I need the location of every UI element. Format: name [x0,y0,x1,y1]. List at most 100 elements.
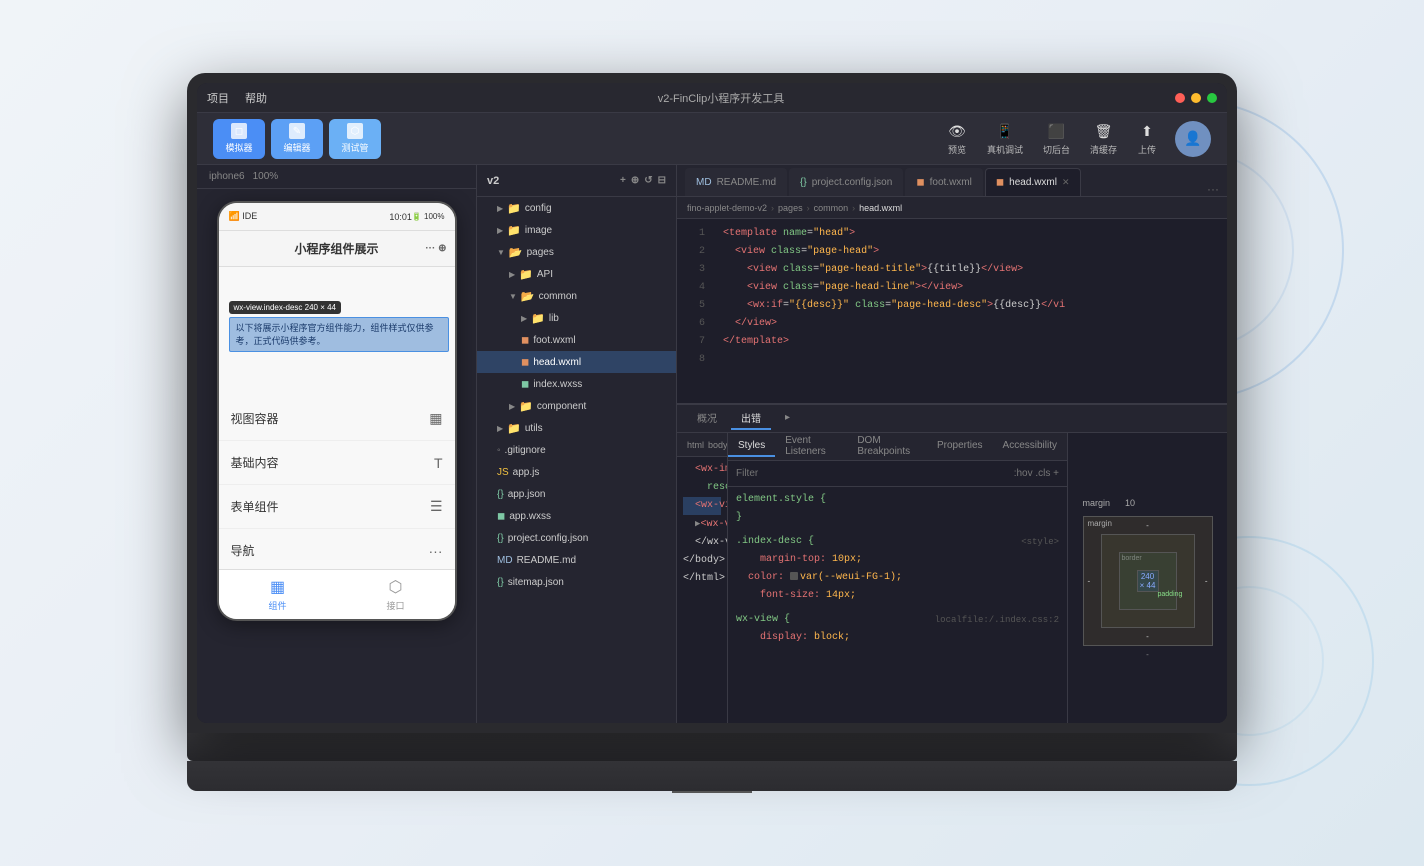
menu-help[interactable]: 帮助 [245,90,267,106]
menu-item-basic[interactable]: 基础内容 T [219,441,455,485]
filetree-collapse-icon[interactable]: ⊟ [658,175,666,186]
elem-line-1: <wx-image class="index-logo" src="../res… [683,461,721,479]
tree-folder-api[interactable]: ▶ 📁 API [477,263,676,285]
elem-line-6: </body> [683,552,721,570]
breadcrumb-part-1: fino-applet-demo-v2 [687,203,767,213]
styles-tab-styles[interactable]: Styles [728,436,775,457]
code-editor-area[interactable]: 12345678 <template name="head"> <view cl… [677,219,1227,403]
tab-foot-wxml[interactable]: ◼ foot.wxml [905,168,983,196]
devtools-tab-error[interactable]: 出错 [731,407,771,430]
file-icon: ◼ [521,335,529,346]
tree-folder-config[interactable]: ▶ 📁 config [477,197,676,219]
tree-file-project-config[interactable]: {} project.config.json [477,527,676,549]
menu-item-nav[interactable]: 导航 ··· [219,529,455,569]
minimize-button[interactable] [1191,93,1201,103]
time-label: 10:01 [389,212,412,222]
devtools-tab-more[interactable]: ▸ [775,409,800,428]
main-area: iphone6 100% 📶 IDE 10:01 🔋 100% [197,165,1227,723]
laptop-frame: 项目 帮助 v2-FinClip小程序开发工具 ◻ 模拟器 [187,73,1237,793]
filetree-refresh-icon[interactable]: ↺ [644,175,652,186]
menu-project[interactable]: 项目 [207,90,229,106]
elem-line-2: resources/kind/logo.png">_</wx-image> [683,479,721,497]
user-avatar[interactable]: 👤 [1175,121,1211,157]
tree-file-gitignore[interactable]: ◦ .gitignore [477,439,676,461]
phone-content: wx-view.index-desc 240 × 44 以下将展示小程序官方组件… [219,267,455,569]
tab-head-wxml[interactable]: ◼ head.wxml ✕ [985,168,1081,196]
folder-icon: 📁 [507,422,521,435]
background-button[interactable]: ⬛ 切后台 [1043,121,1070,156]
upload-button[interactable]: ⬆ 上传 [1137,121,1157,156]
elem-crumb-html[interactable]: html [687,440,704,450]
highlighted-element: 以下将展示小程序官方组件能力，组件样式仅供参考，正式代码供参考。 [229,317,449,352]
tab-readme[interactable]: MD README.md [685,168,787,196]
style-rule-element: element.style { } [736,491,1059,527]
styles-tab-properties[interactable]: Properties [927,436,993,457]
tree-folder-component[interactable]: ▶ 📁 component [477,395,676,417]
tree-folder-lib[interactable]: ▶ 📁 lib [477,307,676,329]
styles-tab-accessibility[interactable]: Accessibility [993,436,1067,457]
test-mode-button[interactable]: ⬡ 测试管 [329,119,381,159]
devtools-tab-overview[interactable]: 概况 [687,407,727,430]
tree-file-app-wxss[interactable]: ◼ app.wxss [477,505,676,527]
clear-cache-button[interactable]: 🗑 清缓存 [1090,121,1117,156]
elem-line-4: ▶<wx-view class="index-bd">_</wx-view> [683,515,721,534]
folder-label: API [537,269,553,280]
preview-button[interactable]: 👁 预览 [947,121,967,156]
elem-crumb-body[interactable]: body [708,440,727,450]
device-debug-button[interactable]: 📱 真机调试 [987,121,1023,156]
code-content[interactable]: <template name="head"> <view class="page… [713,219,1227,403]
filetree-new-folder-icon[interactable]: ⊕ [631,175,639,186]
styles-tab-dom-breakpoints[interactable]: DOM Breakpoints [847,433,927,463]
editor-mode-button[interactable]: ✎ 编辑器 [271,119,323,159]
folder-arrow: ▶ [497,204,503,213]
code-view[interactable]: 12345678 <template name="head"> <view cl… [677,219,1227,403]
folder-icon: 📁 [507,202,521,215]
menu-icon-1: ▦ [429,410,442,427]
styles-filter-input[interactable] [736,468,1008,479]
clear-cache-icon: 🗑 [1093,121,1113,141]
devtools-content: html body wx-view.index wx-view.index-hd… [677,433,1227,723]
file-label: app.js [513,467,540,478]
tree-file-head-wxml[interactable]: ◼ head.wxml [477,351,676,373]
tree-folder-utils[interactable]: ▶ 📁 utils [477,417,676,439]
tree-folder-pages[interactable]: ▼ 📂 pages [477,241,676,263]
editor-panel: MD README.md {} project.config.json ◼ fo… [677,165,1227,723]
tree-file-sitemap[interactable]: {} sitemap.json [477,571,676,593]
tree-folder-image[interactable]: ▶ 📁 image [477,219,676,241]
filetree-header: v2 + ⊕ ↺ ⊟ [477,165,676,197]
styles-tab-event-listeners[interactable]: Event Listeners [775,433,847,463]
menu-item-viewcontainer[interactable]: 视图容器 ▦ [219,397,455,441]
filetree-actions: + ⊕ ↺ ⊟ [620,175,666,186]
tab-project-config[interactable]: {} project.config.json [789,168,903,196]
tab-close-icon[interactable]: ✕ [1062,177,1070,188]
close-button[interactable] [1175,93,1185,103]
menu-item-form[interactable]: 表单组件 ☰ [219,485,455,529]
box-model-diagram: margin - - - - border [1083,516,1213,646]
filetree-new-file-icon[interactable]: + [620,175,626,186]
tree-file-readme[interactable]: MD README.md [477,549,676,571]
tree-file-app-json[interactable]: {} app.json [477,483,676,505]
folder-label: utils [525,423,543,434]
simulator-mode-button[interactable]: ◻ 模拟器 [213,119,265,159]
tree-folder-common[interactable]: ▼ 📂 common [477,285,676,307]
tree-file-foot-wxml[interactable]: ◼ foot.wxml [477,329,676,351]
box-model-panel: margin 10 margin - - - - [1067,433,1227,723]
nav-api[interactable]: ⬡ 接口 [337,570,455,619]
elem-line-7: </html> [683,570,721,588]
elem-line-3: <wx-view class="index-desc">以下将展示小程序官方组件… [683,497,721,515]
file-icon: MD [497,555,513,566]
tree-file-index-wxss[interactable]: ◼ index.wxss [477,373,676,395]
style-selector: element.style { [736,494,826,505]
folder-icon: 📁 [531,312,545,325]
nav-components-icon: ▦ [270,577,285,597]
tab-head-icon: ◼ [996,177,1004,188]
maximize-button[interactable] [1207,93,1217,103]
breadcrumb-part-2: pages [778,203,803,213]
tab-foot-label: foot.wxml [930,177,972,188]
nav-components[interactable]: ▦ 组件 [219,570,337,619]
style-close-brace: } [736,512,742,523]
style-source-3: localfile:/.index.css:2 [935,611,1059,629]
tree-file-app-js[interactable]: JS app.js [477,461,676,483]
tab-overflow-button[interactable]: ··· [1207,182,1219,196]
folder-label: config [525,203,552,214]
